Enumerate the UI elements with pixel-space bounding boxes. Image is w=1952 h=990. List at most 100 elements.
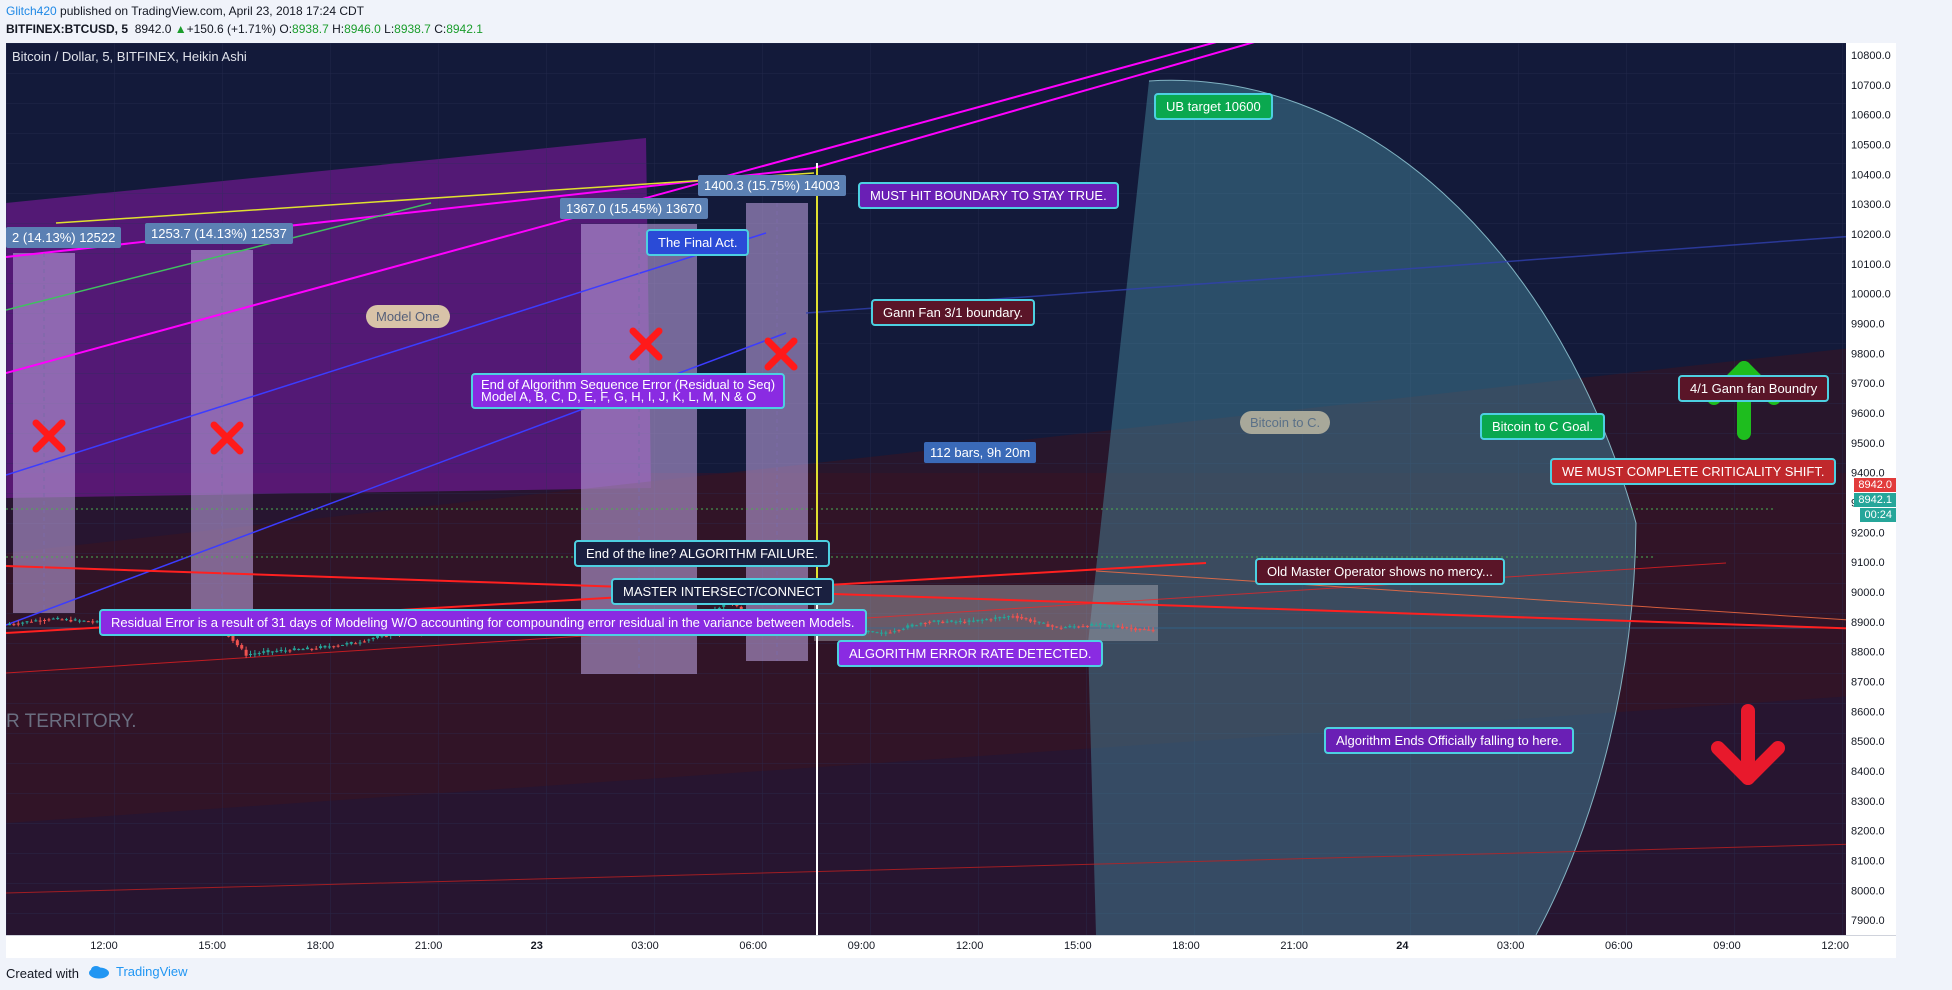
chart-header: Glitch420 published on TradingView.com, … — [0, 0, 1952, 43]
candle-body — [875, 632, 879, 634]
author-link[interactable]: Glitch420 — [6, 4, 57, 18]
candle-body — [73, 619, 77, 621]
candle-body — [1024, 618, 1028, 620]
candle-body — [1059, 627, 1063, 629]
candle-body — [1042, 622, 1046, 624]
price-change: +150.6 (+1.71%) — [186, 22, 277, 36]
y-tick-label: 9100.0 — [1851, 557, 1885, 569]
x-tick-label: 03:00 — [1496, 940, 1525, 952]
y-tick-label: 10700.0 — [1851, 80, 1891, 92]
x-tick-label: 21:00 — [1280, 940, 1308, 952]
footer: Created with TradingView — [0, 958, 1952, 990]
candle-body — [915, 625, 919, 627]
y-tick-label: 8700.0 — [1851, 676, 1885, 688]
y-tick-label: 8900.0 — [1851, 617, 1885, 629]
candle-body — [871, 631, 875, 633]
chart-title: Bitcoin / Dollar, 5, BITFINEX, Heikin As… — [12, 49, 247, 64]
candle-body — [884, 632, 888, 634]
candle-body — [240, 645, 244, 649]
created-with-text: Created with — [6, 966, 79, 981]
y-tick-label: 8100.0 — [1851, 855, 1885, 867]
master-intersect-callout: MASTER INTERSECT/CONNECT — [611, 578, 835, 605]
x-tick-label: 15:00 — [1064, 940, 1092, 952]
candle-body — [980, 619, 984, 621]
candle-body — [950, 620, 954, 622]
candle-body — [893, 631, 897, 633]
candle-body — [1120, 626, 1124, 629]
publish-line: Glitch420 published on TradingView.com, … — [6, 4, 364, 18]
candle-body — [354, 643, 358, 645]
gann31-callout: Gann Fan 3/1 boundary. — [871, 299, 1035, 326]
y-tick-label: 9500.0 — [1851, 438, 1885, 450]
candle-body — [21, 622, 25, 624]
chart-svg: 7900.0 8000.0 8100.0 8200.0 8300.0 8400.0 8500… — [6, 43, 1896, 935]
x-tick-label: 18:00 — [1172, 940, 1200, 952]
candle-body — [932, 620, 936, 622]
gann41-callout: 4/1 Gann fan Boundry — [1678, 375, 1830, 402]
candle-body — [1050, 625, 1054, 627]
candle-body — [384, 636, 388, 638]
candle-body — [358, 642, 362, 644]
candle-body — [1007, 616, 1011, 618]
candle-body — [1015, 615, 1019, 619]
candle-body — [91, 621, 95, 623]
candle-body — [993, 617, 997, 619]
x-tick-label: 18:00 — [306, 940, 335, 952]
x-tick-label: 06:00 — [1605, 940, 1633, 952]
candle-body — [25, 621, 29, 623]
candle-body — [332, 646, 336, 648]
candle-body — [1020, 616, 1024, 619]
x-tick-label: 12:00 — [1821, 940, 1849, 952]
y-tick-label: 8800.0 — [1851, 647, 1885, 659]
time-axis[interactable]: 12:00 15:00 18:00 21:00 23 03:00 06:00 09:00 12:… — [6, 935, 1896, 958]
candle-body — [266, 650, 270, 653]
x-tick-label: 12:00 — [90, 940, 118, 952]
candle-body — [897, 630, 901, 632]
x-tick-label: 06:00 — [739, 940, 767, 952]
candle-body — [963, 621, 967, 623]
x-tick-label: 24 — [1396, 940, 1409, 952]
chart-area[interactable]: 7900.0 8000.0 8100.0 8200.0 8300.0 8400.0 8500… — [6, 43, 1896, 935]
candle-body — [1099, 623, 1103, 626]
x-tick-label: 09:00 — [1713, 940, 1741, 952]
y-tick-label: 7900.0 — [1851, 915, 1885, 927]
last-price: 8942.0 — [134, 22, 172, 36]
candle-body — [906, 625, 910, 628]
candle-body — [292, 648, 296, 651]
candle-body — [235, 640, 239, 646]
tradingview-link[interactable]: TradingView — [88, 964, 188, 979]
candle-body — [985, 619, 989, 621]
y-tick-label: 8000.0 — [1851, 885, 1885, 897]
low-label: L: — [384, 22, 395, 36]
high-value: 8946.0 — [344, 22, 381, 36]
candle-body — [310, 648, 314, 650]
close-price-tag: 8942.1 — [1854, 493, 1896, 507]
x-tick-label: 21:00 — [414, 940, 443, 952]
algo-ends-callout: Algorithm Ends Officially falling to her… — [1324, 727, 1574, 754]
candle-body — [69, 619, 73, 622]
y-tick-label: 10000.0 — [1851, 289, 1891, 301]
candle-body — [967, 620, 971, 622]
bitcoin-to-c-callout: Bitcoin to C. — [1240, 411, 1331, 434]
x-tick-label: 03:00 — [631, 940, 659, 952]
candle-body — [1129, 627, 1133, 629]
candle-body — [928, 621, 932, 623]
candle-body — [248, 653, 252, 655]
candle-body — [275, 650, 279, 652]
candle-body — [1002, 616, 1006, 618]
candle-body — [941, 621, 945, 624]
candle-body — [958, 620, 962, 622]
countdown-tag: 00:24 — [1860, 508, 1896, 522]
y-tick-label: 10800.0 — [1851, 50, 1891, 62]
y-tick-label: 9600.0 — [1851, 408, 1885, 420]
candle-body — [971, 620, 975, 622]
end-of-line-callout: End of the line? ALGORITHM FAILURE. — [574, 540, 830, 567]
candle-body — [1138, 628, 1142, 630]
candle-body — [305, 647, 309, 650]
y-tick-label: 8300.0 — [1851, 796, 1885, 808]
candle-body — [1072, 626, 1076, 628]
y-tick-label: 9700.0 — [1851, 378, 1885, 390]
candle-body — [1085, 625, 1089, 628]
range-calc-1: 2 (14.13%) 12522 — [6, 227, 122, 248]
candle-body — [297, 648, 301, 650]
